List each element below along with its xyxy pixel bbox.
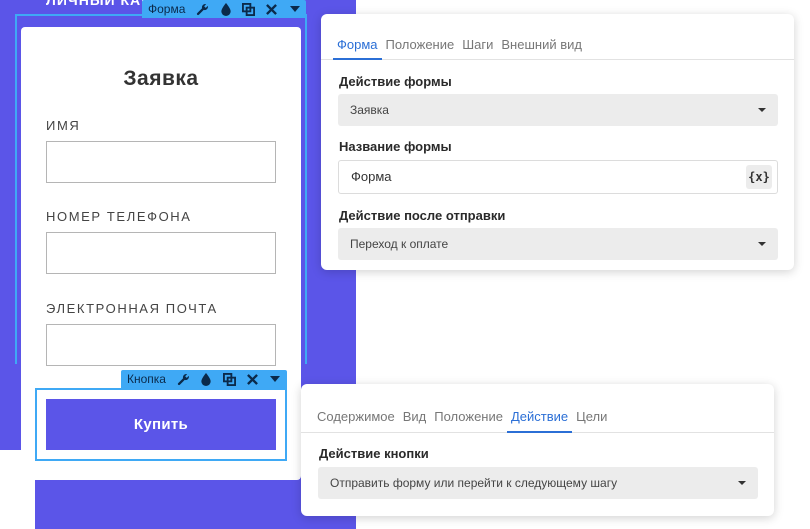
tab-steps[interactable]: Шаги <box>458 30 497 59</box>
tab-content[interactable]: Содержимое <box>313 402 399 432</box>
after-submit-value: Переход к оплате <box>350 237 449 251</box>
close-icon[interactable] <box>260 0 283 18</box>
button-action-label: Действие кнопки <box>319 446 429 461</box>
form-settings-panel: Форма Положение Шаги Внешний вид Действи… <box>321 14 794 270</box>
button-panel-tabs: Содержимое Вид Положение Действие Цели <box>301 402 774 433</box>
name-input[interactable] <box>46 141 276 183</box>
form-toolbar: Форма <box>142 0 307 18</box>
drop-icon[interactable] <box>214 0 237 18</box>
caret-down-icon <box>758 242 766 246</box>
email-input[interactable] <box>46 324 276 366</box>
caret-down-icon <box>758 108 766 112</box>
duplicate-icon[interactable] <box>218 370 241 388</box>
tab-appearance[interactable]: Внешний вид <box>497 30 586 59</box>
phone-input[interactable] <box>46 232 276 274</box>
field-label-name: ИМЯ <box>46 118 81 133</box>
tab-goals[interactable]: Цели <box>572 402 611 432</box>
form-name-input[interactable]: Форма {x} <box>338 160 778 194</box>
form-name-value: Форма <box>351 169 392 184</box>
tab-action[interactable]: Действие <box>506 402 573 433</box>
button-action-select[interactable]: Отправить форму или перейти к следующему… <box>318 467 758 499</box>
form-action-value: Заявка <box>350 103 389 117</box>
field-label-email: ЭЛЕКТРОННАЯ ПОЧТА <box>46 301 218 316</box>
form-action-select[interactable]: Заявка <box>338 94 778 126</box>
tab-position[interactable]: Положение <box>382 30 459 59</box>
form-toolbar-label[interactable]: Форма <box>142 0 191 18</box>
field-label-phone: НОМЕР ТЕЛЕФОНА <box>46 209 192 224</box>
caret-down-icon[interactable] <box>283 0 306 18</box>
wrench-icon[interactable] <box>191 0 214 18</box>
duplicate-icon[interactable] <box>237 0 260 18</box>
header-text-cut: ЛИЧНЫЙ КАБИНЕТ <box>46 0 146 8</box>
drop-icon[interactable] <box>195 370 218 388</box>
after-submit-label: Действие после отправки <box>339 208 506 223</box>
caret-down-icon <box>738 481 746 485</box>
wrench-icon[interactable] <box>172 370 195 388</box>
form-name-label: Название формы <box>339 139 452 154</box>
tab-form[interactable]: Форма <box>333 30 382 60</box>
button-toolbar-label[interactable]: Кнопка <box>121 370 172 388</box>
button-action-value: Отправить форму или перейти к следующему… <box>330 476 618 490</box>
form-panel-tabs: Форма Положение Шаги Внешний вид <box>321 30 794 60</box>
variable-icon[interactable]: {x} <box>746 165 772 189</box>
form-action-label: Действие формы <box>339 74 452 89</box>
tab-position[interactable]: Положение <box>430 402 507 432</box>
buy-button[interactable]: Купить <box>46 399 276 450</box>
button-toolbar: Кнопка <box>121 370 287 388</box>
form-title: Заявка <box>123 67 199 90</box>
button-settings-panel: Содержимое Вид Положение Действие Цели Д… <box>301 384 774 516</box>
tab-view[interactable]: Вид <box>399 402 431 432</box>
after-submit-select[interactable]: Переход к оплате <box>338 228 778 260</box>
close-icon[interactable] <box>241 370 264 388</box>
caret-down-icon[interactable] <box>264 370 287 388</box>
